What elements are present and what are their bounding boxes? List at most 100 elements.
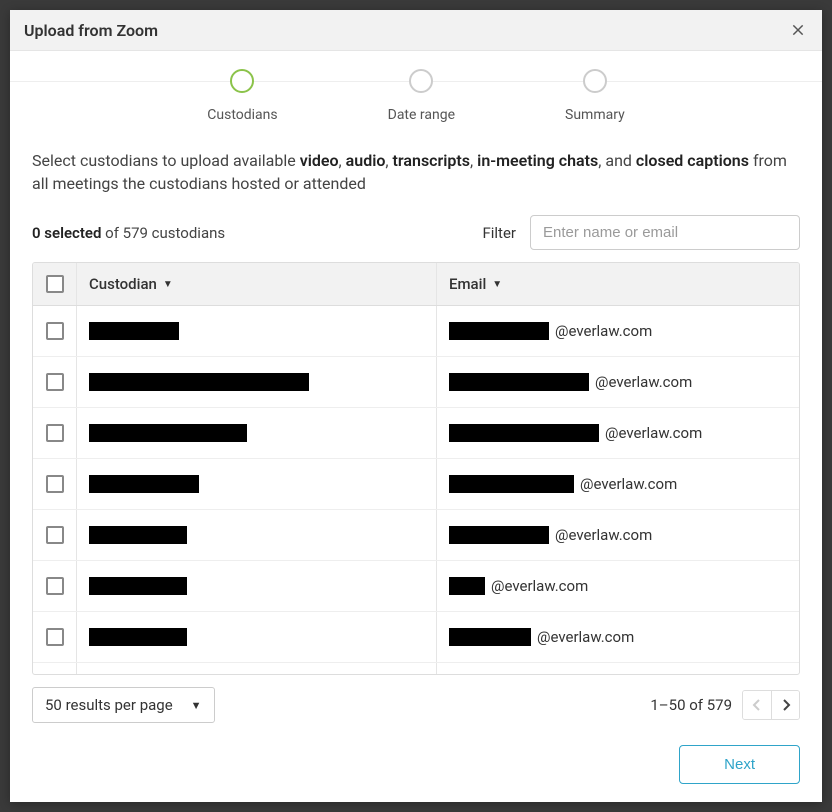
row-checkbox-cell — [33, 459, 77, 509]
step-circle-icon — [230, 69, 254, 93]
table-row[interactable]: @everlaw.com — [33, 561, 799, 612]
filter-input[interactable] — [530, 215, 800, 250]
step-circle-icon — [583, 69, 607, 93]
selection-count: 0 selected of 579 custodians — [32, 224, 225, 242]
custodian-name-cell — [77, 459, 437, 509]
modal-title: Upload from Zoom — [24, 21, 158, 40]
email-cell: @everlaw.com — [437, 459, 799, 509]
email-cell: @everlaw.com — [437, 357, 799, 407]
row-checkbox-cell — [33, 306, 77, 356]
custodian-name-cell — [77, 408, 437, 458]
row-checkbox-cell — [33, 510, 77, 560]
email-domain: @everlaw.com — [537, 628, 634, 646]
modal-header: Upload from Zoom — [10, 10, 822, 51]
email-domain: @everlaw.com — [555, 322, 652, 340]
table-row[interactable]: @everlaw.com — [33, 357, 799, 408]
row-checkbox[interactable] — [46, 475, 64, 493]
wizard-stepper: Custodians Date range Summary — [10, 51, 822, 131]
page-range: 1–50 of 579 — [650, 696, 732, 714]
row-checkbox-cell — [33, 612, 77, 662]
email-cell: @everlaw.com — [437, 510, 799, 560]
redacted-email-local — [449, 475, 574, 493]
redacted-name — [89, 577, 187, 595]
pager: 1–50 of 579 — [650, 690, 800, 720]
column-header-custodian[interactable]: Custodian ▼ — [77, 263, 437, 305]
close-icon — [790, 22, 806, 38]
email-domain: @everlaw.com — [580, 475, 677, 493]
step-label: Summary — [565, 107, 625, 123]
upload-from-zoom-modal: Upload from Zoom Custodians Date range S… — [10, 10, 822, 802]
custodian-table: Custodian ▼ Email ▼ @everlaw.com@everlaw… — [32, 262, 800, 675]
sort-desc-icon: ▼ — [492, 279, 502, 290]
email-cell: @everlaw.com — [437, 612, 799, 662]
custodian-name-cell — [77, 663, 437, 674]
row-checkbox[interactable] — [46, 577, 64, 595]
next-button[interactable]: Next — [679, 745, 800, 784]
pager-buttons — [742, 690, 800, 720]
redacted-email-local — [449, 373, 589, 391]
prev-page-button[interactable] — [743, 691, 771, 719]
row-checkbox[interactable] — [46, 424, 64, 442]
redacted-name — [89, 475, 199, 493]
row-checkbox-cell — [33, 561, 77, 611]
redacted-email-local — [449, 526, 549, 544]
filter-group: Filter — [482, 215, 800, 250]
row-checkbox[interactable] — [46, 526, 64, 544]
chevron-left-icon — [752, 699, 762, 711]
row-checkbox[interactable] — [46, 628, 64, 646]
email-cell: @everlaw.com — [437, 663, 799, 674]
custodian-name-cell — [77, 357, 437, 407]
description-text: Select custodians to upload available vi… — [32, 149, 800, 195]
row-checkbox-cell — [33, 357, 77, 407]
email-domain: @everlaw.com — [605, 424, 702, 442]
row-checkbox-cell — [33, 408, 77, 458]
step-label: Date range — [388, 107, 455, 123]
redacted-email-local — [449, 577, 485, 595]
table-footer: 50 results per page ▼ 1–50 of 579 — [32, 675, 800, 735]
email-domain: @everlaw.com — [595, 373, 692, 391]
custodian-name-cell — [77, 561, 437, 611]
chevron-down-icon: ▼ — [191, 699, 202, 712]
next-page-button[interactable] — [771, 691, 799, 719]
table-row[interactable]: @everlaw.com — [33, 612, 799, 663]
step-label: Custodians — [207, 107, 277, 123]
step-summary[interactable]: Summary — [565, 69, 625, 123]
modal-body: Select custodians to upload available vi… — [10, 131, 822, 745]
custodian-name-cell — [77, 510, 437, 560]
redacted-name — [89, 526, 187, 544]
step-custodians[interactable]: Custodians — [207, 69, 277, 123]
row-checkbox[interactable] — [46, 373, 64, 391]
controls-row: 0 selected of 579 custodians Filter — [32, 215, 800, 250]
redacted-name — [89, 373, 309, 391]
row-checkbox-cell — [33, 663, 77, 674]
table-header: Custodian ▼ Email ▼ — [33, 263, 799, 306]
email-cell: @everlaw.com — [437, 306, 799, 356]
email-domain: @everlaw.com — [555, 526, 652, 544]
step-circle-icon — [409, 69, 433, 93]
email-cell: @everlaw.com — [437, 408, 799, 458]
close-button[interactable] — [788, 20, 808, 40]
redacted-email-local — [449, 322, 549, 340]
column-header-email[interactable]: Email ▼ — [437, 263, 799, 305]
custodian-name-cell — [77, 612, 437, 662]
redacted-name — [89, 424, 247, 442]
redacted-name — [89, 628, 187, 646]
email-cell: @everlaw.com — [437, 561, 799, 611]
results-per-page-select[interactable]: 50 results per page ▼ — [32, 687, 215, 723]
table-row[interactable]: @everlaw.com — [33, 663, 799, 674]
redacted-name — [89, 322, 179, 340]
table-row[interactable]: @everlaw.com — [33, 510, 799, 561]
select-all-cell — [33, 263, 77, 305]
table-body[interactable]: @everlaw.com @everlaw.com @everlaw.com @eve… — [33, 306, 799, 674]
row-checkbox[interactable] — [46, 322, 64, 340]
sort-desc-icon: ▼ — [163, 279, 173, 290]
table-row[interactable]: @everlaw.com — [33, 408, 799, 459]
table-row[interactable]: @everlaw.com — [33, 306, 799, 357]
step-date-range[interactable]: Date range — [388, 69, 455, 123]
filter-label: Filter — [482, 224, 516, 242]
custodian-name-cell — [77, 306, 437, 356]
email-domain: @everlaw.com — [491, 577, 588, 595]
modal-actions: Next — [10, 745, 822, 802]
select-all-checkbox[interactable] — [46, 275, 64, 293]
table-row[interactable]: @everlaw.com — [33, 459, 799, 510]
